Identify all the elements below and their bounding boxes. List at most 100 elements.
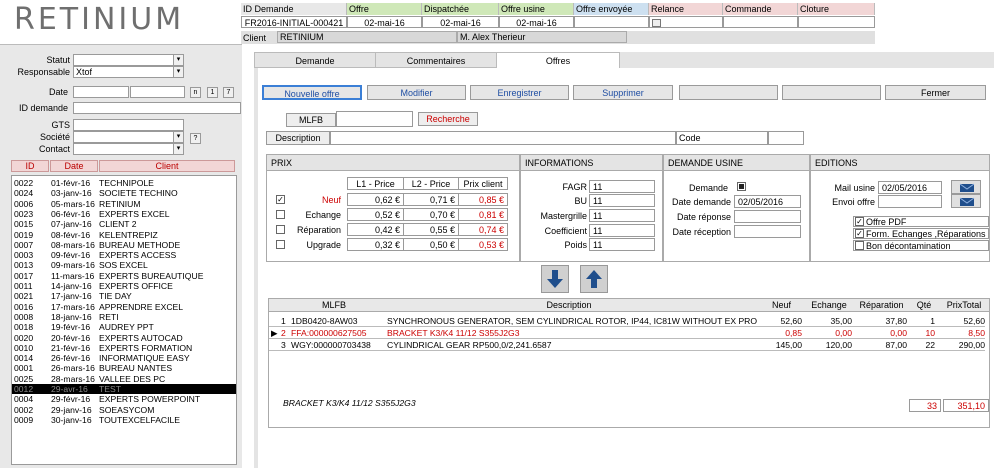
commande-date[interactable] [723, 16, 798, 28]
demande-checkbox[interactable] [737, 182, 746, 191]
prix-client-value[interactable]: 0,81 € [458, 208, 508, 221]
bon-decontamination-option[interactable]: Bon décontamination [853, 240, 989, 251]
list-item[interactable]: 0021 17-janv-16 TIE DAY [12, 291, 236, 301]
list-header-client[interactable]: Client [99, 160, 235, 172]
date-7-button[interactable]: 7 [223, 87, 234, 98]
grid-header-qte[interactable]: Qté [909, 299, 939, 312]
responsable-select[interactable]: Xtof ▾ [73, 66, 184, 78]
list-item[interactable]: 0019 08-févr-16 KELENTREPIZ [12, 230, 236, 240]
list-item[interactable]: 0017 11-mars-16 EXPERTS BUREAUTIQUE [12, 271, 236, 281]
mail-usine-send-button[interactable] [951, 180, 981, 194]
mail-usine-input[interactable]: 02/05/2016 [878, 181, 942, 194]
tab-commentaires[interactable]: Commentaires [375, 52, 497, 68]
prix-l2-value[interactable]: 0,71 € [403, 193, 459, 206]
grid-header-mlfb[interactable]: MLFB [289, 299, 379, 312]
nouvelle-offre-button[interactable]: Nouvelle offre [262, 85, 362, 100]
bon-decontamination-checkbox[interactable] [855, 241, 864, 250]
poids-input[interactable]: 11 [589, 238, 655, 251]
grid-header-reparation[interactable]: Réparation [854, 299, 909, 312]
prix-1-checkbox[interactable] [276, 210, 285, 219]
enregistrer-button[interactable]: Enregistrer [470, 85, 569, 100]
list-item[interactable]: 0013 09-mars-16 SOS EXCEL [12, 260, 236, 270]
list-item[interactable]: 0008 18-janv-16 RETI [12, 312, 236, 322]
cloture-date[interactable] [798, 16, 875, 28]
list-item[interactable]: 0011 14-janv-16 EXPERTS OFFICE [12, 281, 236, 291]
list-item[interactable]: 0012 29-avr-16 TEST [12, 384, 236, 395]
mlfb-input[interactable] [336, 111, 413, 127]
prix-l1-value[interactable]: 0,42 € [347, 223, 404, 236]
prix-l1-value[interactable]: 0,62 € [347, 193, 404, 206]
grid-row[interactable]: ▶ 2 FFA:000000627505 BRACKET K3/K4 11/12 S3… [269, 327, 985, 339]
list-item[interactable]: 0003 09-févr-16 EXPERTS ACCESS [12, 250, 236, 260]
date-reception-input[interactable] [734, 225, 801, 238]
grid-row[interactable]: 1 1DB0420-8AW03 SYNCHRONOUS GENERATOR, SEM… [269, 315, 985, 327]
supprimer-button[interactable]: Supprimer [573, 85, 673, 100]
envoi-offre-send-button[interactable] [951, 194, 981, 208]
list-header-id[interactable]: ID [11, 160, 49, 172]
fagr-input[interactable]: 11 [589, 180, 655, 193]
gts-input[interactable] [73, 119, 184, 131]
recherche-button[interactable]: Recherche [418, 112, 478, 126]
chevron-down-icon[interactable]: ▾ [173, 132, 183, 142]
list-item[interactable]: 0020 20-févr-16 EXPERTS AUTOCAD [12, 333, 236, 343]
contact-select[interactable]: ▾ [73, 143, 184, 155]
chevron-down-icon[interactable]: ▾ [173, 144, 183, 154]
prix-client-value[interactable]: 0,85 € [458, 193, 508, 206]
list-item[interactable]: 0007 08-mars-16 BUREAU METHODE [12, 240, 236, 250]
list-item[interactable]: 0004 29-févr-16 EXPERTS POWERPOINT [12, 394, 236, 404]
statut-select[interactable]: ▾ [73, 54, 184, 66]
form-echanges-option[interactable]: ✓ Form. Echanges ,Réparations [853, 228, 989, 239]
modifier-button[interactable]: Modifier [367, 85, 466, 100]
relance-date[interactable] [649, 16, 723, 28]
date-n-button[interactable]: n [190, 87, 201, 98]
blank-button-2[interactable] [782, 85, 881, 100]
prix-0-checkbox[interactable]: ✓ [276, 195, 285, 204]
list-item[interactable]: 0018 19-févr-16 AUDREY PPT [12, 322, 236, 332]
prix-3-checkbox[interactable] [276, 240, 285, 249]
list-item[interactable]: 0014 26-févr-16 INFORMATIQUE EASY [12, 353, 236, 363]
list-item[interactable]: 0024 03-janv-16 SOCIETE TECHINO [12, 188, 236, 198]
grid-row[interactable]: 3 WGY:000000703438 CYLINDRICAL GEAR RP500,… [269, 339, 985, 351]
bu-input[interactable]: 11 [589, 194, 655, 207]
offre-date[interactable]: 02-mai-16 [347, 16, 422, 28]
prix-client-value[interactable]: 0,53 € [458, 238, 508, 251]
calendar-icon[interactable] [652, 19, 661, 27]
envoi-offre-input[interactable] [878, 195, 942, 208]
list-header-date[interactable]: Date [50, 160, 98, 172]
chevron-down-icon[interactable]: ▾ [173, 67, 183, 77]
list-item[interactable]: 0010 21-févr-16 EXPERTS FORMATION [12, 343, 236, 353]
mastergrille-input[interactable]: 11 [589, 209, 655, 222]
date-from-input[interactable] [73, 86, 129, 98]
tab-offres[interactable]: Offres [496, 52, 620, 68]
list-item[interactable]: 0001 26-mars-16 BUREAU NANTES [12, 363, 236, 373]
grid-header-description[interactable]: Description [384, 299, 754, 312]
grid-header-prixtotal[interactable]: PrixTotal [939, 299, 989, 312]
fermer-button[interactable]: Fermer [885, 85, 986, 100]
grid-header-echange[interactable]: Echange [804, 299, 854, 312]
contact-field[interactable]: M. Alex Therieur [457, 31, 627, 43]
id-demande-input[interactable] [73, 102, 241, 114]
prix-client-value[interactable]: 0,74 € [458, 223, 508, 236]
societe-select[interactable]: ▾ [73, 131, 184, 143]
list-item[interactable]: 0022 01-févr-16 TECHNIPOLE [12, 178, 236, 188]
tab-demande[interactable]: Demande [254, 52, 376, 68]
dispatchee-date[interactable]: 02-mai-16 [422, 16, 499, 28]
prix-l1-value[interactable]: 0,52 € [347, 208, 404, 221]
offre-envoyee-date[interactable] [574, 16, 649, 28]
prix-l2-value[interactable]: 0,55 € [403, 223, 459, 236]
offre-pdf-option[interactable]: ✓ Offre PDF [853, 216, 989, 227]
blank-button-1[interactable] [679, 85, 778, 100]
description-input[interactable] [330, 131, 676, 145]
list-item[interactable]: 0025 28-mars-16 VALLEE DES PC [12, 374, 236, 384]
chevron-down-icon[interactable]: ▾ [173, 55, 183, 65]
offre-pdf-checkbox[interactable]: ✓ [855, 217, 864, 226]
client-field[interactable]: RETINIUM [277, 31, 457, 43]
list-item[interactable]: 0015 07-janv-16 CLIENT 2 [12, 219, 236, 229]
list-item[interactable]: 0009 30-janv-16 TOUTEXCELFACILE [12, 415, 236, 425]
prix-2-checkbox[interactable] [276, 225, 285, 234]
list-item[interactable]: 0006 05-mars-16 RETINIUM [12, 199, 236, 209]
date-1-button[interactable]: 1 [207, 87, 218, 98]
prix-l1-value[interactable]: 0,32 € [347, 238, 404, 251]
help-button[interactable]: ? [190, 133, 201, 144]
move-down-button[interactable] [541, 265, 569, 293]
